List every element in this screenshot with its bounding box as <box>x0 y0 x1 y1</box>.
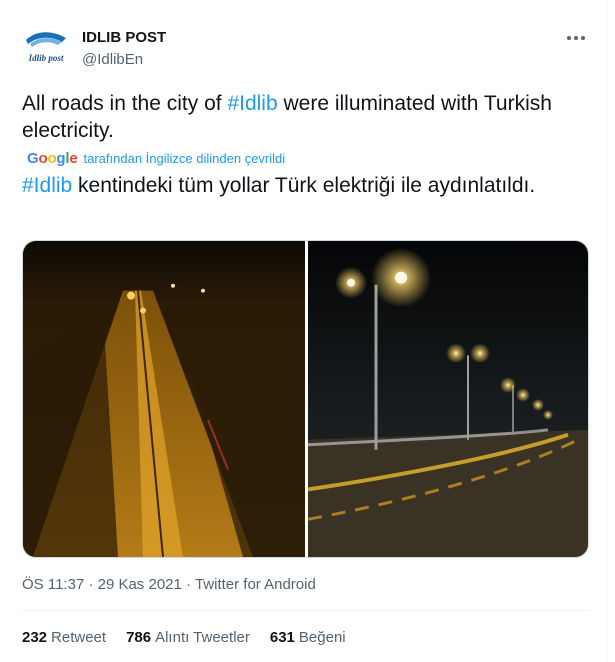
tweet-metadata: ÖS 11:37 · 29 Kas 2021 · Twitter for And… <box>22 575 316 595</box>
tweet-header: Idlib post IDLIB POST @IdlibEn <box>22 26 592 72</box>
author-names: IDLIB POST @IdlibEn <box>82 28 166 70</box>
likes-stat[interactable]: 631 Beğeni <box>270 628 346 648</box>
aerial-road-photo[interactable] <box>23 241 305 557</box>
divider <box>22 610 590 611</box>
more-options-icon[interactable] <box>562 26 590 50</box>
retweets-count: 232 <box>22 629 48 646</box>
hashtag-link[interactable]: #Idlib <box>22 174 72 197</box>
translation-attribution[interactable]: Google tarafından İngilizce dilinden çev… <box>27 148 285 168</box>
translation-label: tarafından İngilizce dilinden çevrildi <box>83 150 286 166</box>
retweets-label: Retweet <box>51 629 107 646</box>
tweet-text: All roads in the city of #Idlib were ill… <box>22 90 592 144</box>
tweet-stats: 232 Retweet 786 Alıntı Tweetler 631 Beğeni <box>22 628 366 648</box>
meta-separator: · <box>186 576 192 593</box>
likes-label: Beğeni <box>298 629 346 646</box>
author-handle[interactable]: @IdlibEn <box>82 50 166 70</box>
tweet-card: Idlib post IDLIB POST @IdlibEn All roads… <box>0 0 607 662</box>
quotes-label: Alıntı Tweetler <box>155 629 250 646</box>
avatar-logo-text: Idlib post <box>28 53 64 63</box>
hashtag-link[interactable]: #Idlib <box>227 92 277 115</box>
quote-tweets-stat[interactable]: 786 Alıntı Tweetler <box>126 628 250 648</box>
idlib-post-logo: Idlib post <box>26 32 66 63</box>
translated-tweet-text: #Idlib kentindeki tüm yollar Türk elektr… <box>22 172 592 199</box>
tweet-media <box>22 240 589 558</box>
tweet-date[interactable]: 29 Kas 2021 <box>98 576 182 593</box>
tweet-source[interactable]: Twitter for Android <box>195 576 316 593</box>
quotes-count: 786 <box>126 629 152 646</box>
tweet-timestamp[interactable]: ÖS 11:37 <box>22 576 84 593</box>
google-logo-icon: Google <box>27 149 78 167</box>
likes-count: 631 <box>269 629 295 646</box>
retweets-stat[interactable]: 232 Retweet <box>22 628 106 648</box>
street-lights-photo[interactable] <box>308 241 588 557</box>
meta-separator: · <box>88 576 94 593</box>
tweet-text-part: All roads in the city of <box>22 92 228 115</box>
translated-text-part: kentindeki tüm yollar Türk elektriği ile… <box>72 174 536 197</box>
author-display-name[interactable]: IDLIB POST <box>82 28 166 48</box>
avatar[interactable]: Idlib post <box>22 28 70 68</box>
